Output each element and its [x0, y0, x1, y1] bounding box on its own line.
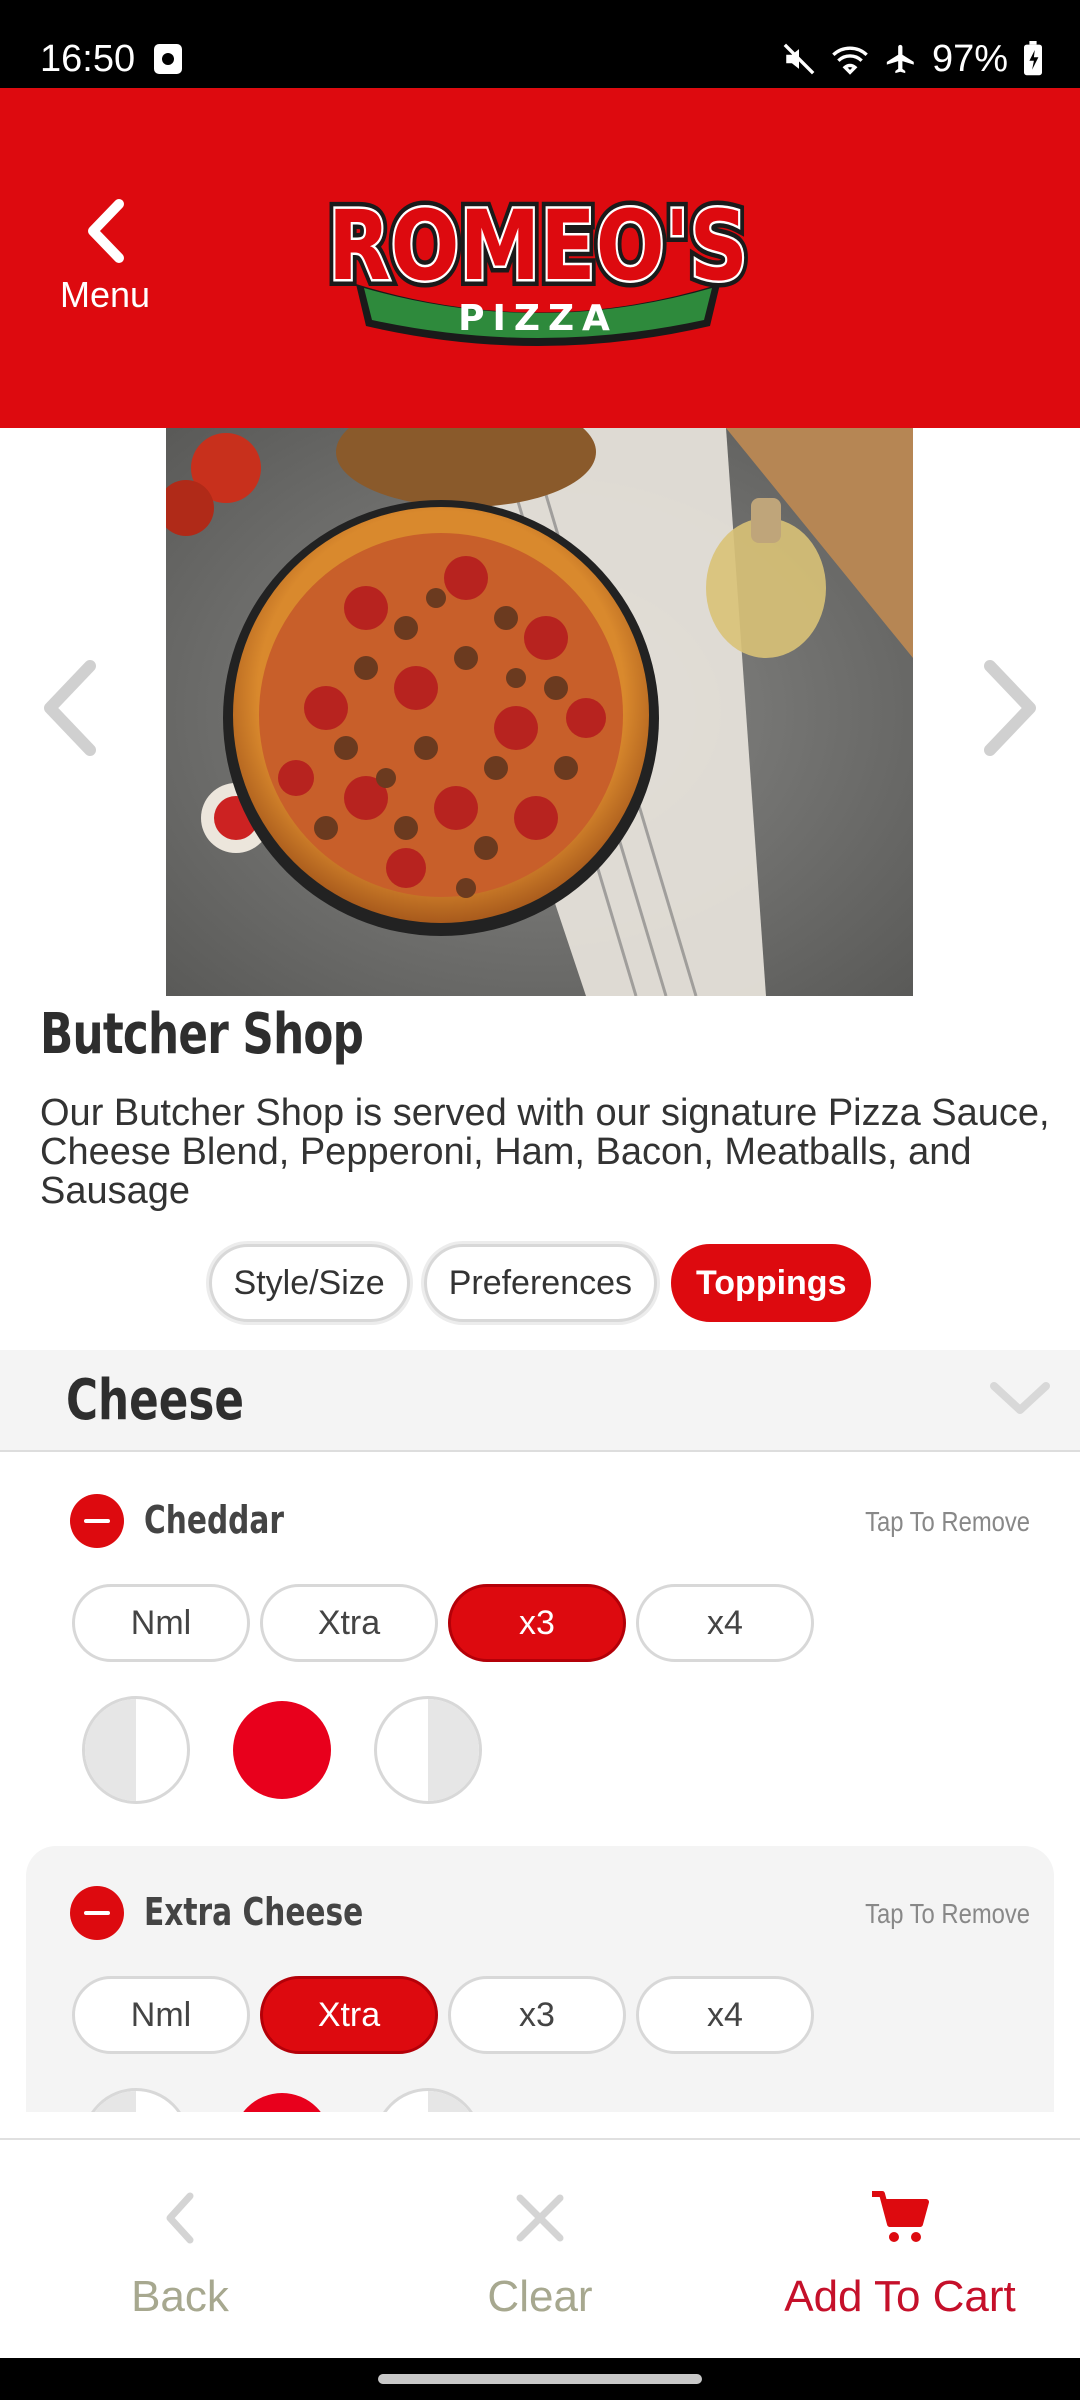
svg-text:PIZZA: PIZZA: [458, 298, 618, 339]
topping-name: Cheddar: [144, 1498, 285, 1542]
status-icons: 97%: [782, 36, 1044, 82]
battery-charging-icon: [1024, 41, 1042, 76]
amount-selector: Nml Xtra x3 x4: [72, 1976, 814, 2054]
pizza-photo: [166, 428, 913, 996]
status-bar: 16:50 97%: [0, 0, 1080, 88]
topping-cheddar: Cheddar Tap To Remove Nml Xtra x3 x4: [26, 1456, 1054, 1846]
left-half-portion-button[interactable]: [82, 1696, 190, 1804]
portion-selector: [82, 2088, 482, 2112]
amount-selector: Nml Xtra x3 x4: [72, 1584, 814, 1662]
customization-tabs: Style/Size Preferences Toppings: [0, 1244, 1080, 1322]
section-title: Cheese: [66, 1368, 245, 1433]
chevron-down-icon: [990, 1382, 1050, 1414]
carousel-next-icon[interactable]: [980, 658, 1042, 758]
svg-text:ROMEO'S: ROMEO'S: [328, 190, 748, 302]
amount-nml-button[interactable]: Nml: [72, 1584, 250, 1662]
status-time: 16:50: [40, 38, 136, 80]
cheese-section-header[interactable]: Cheese: [0, 1350, 1080, 1452]
back-button[interactable]: Back: [0, 2140, 360, 2358]
topping-extra-cheese: Extra Cheese Tap To Remove Nml Xtra x3 x…: [26, 1846, 1054, 2112]
tap-to-remove-hint: Tap To Remove: [865, 1506, 1030, 1537]
chevron-left-icon: [166, 2192, 194, 2244]
chevron-left-icon: [88, 199, 124, 263]
back-label: Back: [131, 2272, 229, 2321]
left-half-portion-button[interactable]: [82, 2088, 190, 2112]
menu-label: Menu: [59, 274, 151, 315]
tab-toppings[interactable]: Toppings: [671, 1244, 872, 1322]
tab-style-size[interactable]: Style/Size: [208, 1244, 410, 1322]
tab-preferences[interactable]: Preferences: [423, 1244, 658, 1322]
add-to-cart-label: Add To Cart: [784, 2272, 1016, 2321]
amount-x4-button[interactable]: x4: [636, 1584, 814, 1662]
amount-x4-button[interactable]: x4: [636, 1976, 814, 2054]
close-icon: [516, 2194, 564, 2242]
bottom-action-bar: Back Clear Add To Cart: [0, 2138, 1080, 2358]
airplane-icon: [886, 44, 914, 74]
whole-portion-button[interactable]: [233, 2093, 331, 2112]
romeos-pizza-logo: ROMEO'S ROMEO'S PIZZA: [321, 183, 755, 346]
tap-to-remove-hint: Tap To Remove: [865, 1898, 1030, 1929]
app-header: Menu ROMEO'S ROMEO'S PIZZA: [0, 88, 1080, 428]
product-title: Butcher Shop: [40, 1002, 364, 1067]
amount-x3-button[interactable]: x3: [448, 1976, 626, 2054]
remove-topping-icon[interactable]: [70, 1494, 124, 1548]
wifi-icon: [832, 46, 868, 75]
carousel-prev-icon[interactable]: [38, 658, 100, 758]
add-to-cart-button[interactable]: Add To Cart: [720, 2140, 1080, 2358]
right-half-portion-button[interactable]: [374, 2088, 482, 2112]
menu-back-button[interactable]: Menu: [40, 198, 170, 318]
right-half-portion-button[interactable]: [374, 1696, 482, 1804]
notification-icon: [154, 44, 182, 74]
clear-button[interactable]: Clear: [360, 2140, 720, 2358]
product-description: Our Butcher Shop is served with our sign…: [40, 1092, 1050, 1212]
topping-name: Extra Cheese: [144, 1890, 364, 1934]
mute-icon: [783, 43, 815, 75]
amount-nml-button[interactable]: Nml: [72, 1976, 250, 2054]
product-image-carousel: [0, 428, 1080, 996]
amount-xtra-button[interactable]: Xtra: [260, 1976, 438, 2054]
gesture-handle[interactable]: [378, 2374, 702, 2384]
amount-x3-button[interactable]: x3: [448, 1584, 626, 1662]
amount-xtra-button[interactable]: Xtra: [260, 1584, 438, 1662]
portion-selector: [82, 1696, 482, 1804]
whole-portion-button[interactable]: [233, 1701, 331, 1799]
battery-percent: 97%: [931, 38, 1008, 80]
clear-label: Clear: [487, 2272, 593, 2321]
system-nav-bar: [0, 2358, 1080, 2400]
cart-icon: [872, 2191, 929, 2242]
remove-topping-icon[interactable]: [70, 1886, 124, 1940]
